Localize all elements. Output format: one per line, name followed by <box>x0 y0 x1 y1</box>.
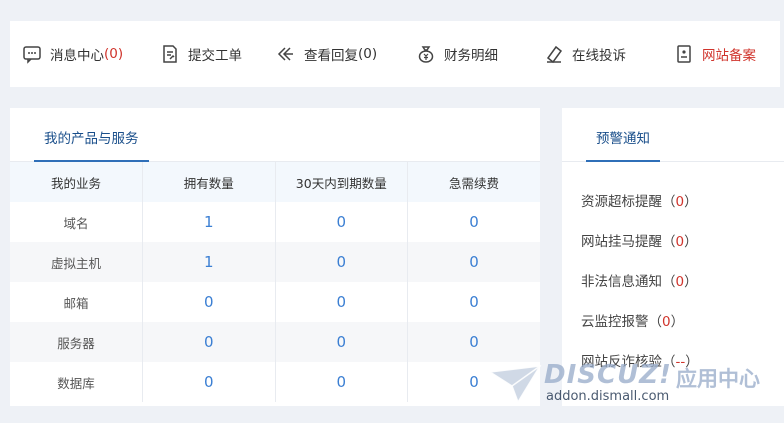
alert-item-trojan[interactable]: 网站挂马提醒（0） <box>562 222 784 262</box>
alert-label: 网站反诈核验 <box>581 354 662 370</box>
row-name: 数据库 <box>10 362 143 402</box>
urgent-count[interactable]: 0 <box>407 242 540 282</box>
reply-icon <box>277 47 293 61</box>
alert-item-anti-fraud[interactable]: 网站反诈核验（--） <box>562 342 784 382</box>
toolbar-item-messages[interactable]: 消息中心 (0) <box>22 21 123 87</box>
toolbar-item-finance[interactable]: 财务明细 <box>416 21 498 87</box>
alert-count: 0 <box>675 234 685 250</box>
alert-count: 0 <box>662 314 671 330</box>
products-panel-header: 我的产品与服务 <box>10 108 540 162</box>
alert-count: 0 <box>675 194 685 210</box>
toolbar-item-label: 财务明细 <box>444 48 498 64</box>
alert-close-paren: ） <box>670 314 685 330</box>
tab-alerts[interactable]: 预警通知 <box>586 108 660 162</box>
money-bag-icon <box>418 46 434 63</box>
toolbar-item-label: 消息中心 <box>50 48 104 64</box>
alert-label: 网站挂马提醒 <box>581 234 662 250</box>
expiring-count[interactable]: 0 <box>275 362 408 402</box>
column-header-owned: 拥有数量 <box>142 162 276 202</box>
owned-count[interactable]: 0 <box>142 362 276 402</box>
owned-count[interactable]: 1 <box>142 202 276 242</box>
row-name: 域名 <box>10 202 143 242</box>
urgent-count[interactable]: 0 <box>407 362 540 402</box>
message-count: (0) <box>104 46 124 62</box>
table-row-mailbox: 邮箱 0 0 0 <box>10 282 540 322</box>
alert-count: -- <box>675 354 686 370</box>
table-row-server: 服务器 0 0 0 <box>10 322 540 362</box>
alert-open-paren: （ <box>648 314 663 330</box>
urgent-count[interactable]: 0 <box>407 202 540 242</box>
expiring-count[interactable]: 0 <box>275 322 408 362</box>
urgent-count[interactable]: 0 <box>407 322 540 362</box>
toolbar-item-label: 网站备案 <box>702 48 756 64</box>
toolbar-item-label: 在线投诉 <box>572 48 626 64</box>
products-panel: 我的产品与服务 我的业务 拥有数量 30天内到期数量 急需续费 域名 1 0 0… <box>10 108 540 406</box>
row-name: 服务器 <box>10 322 143 362</box>
alert-open-paren: （ <box>662 234 676 250</box>
toolbar-item-label: 查看回复 <box>304 48 358 64</box>
table-row-domain: 域名 1 0 0 <box>10 202 540 242</box>
column-header-business: 我的业务 <box>10 162 143 202</box>
alert-close-paren: ） <box>684 194 698 210</box>
toolbar-item-submit-ticket[interactable]: 提交工单 <box>160 21 242 87</box>
message-icon <box>23 46 41 64</box>
alerts-panel: 预警通知 资源超标提醒（0） 网站挂马提醒（0） 非法信息通知（0） 云监控报警… <box>562 108 784 406</box>
alert-close-paren: ） <box>684 234 698 250</box>
expiring-count[interactable]: 0 <box>275 282 408 322</box>
alert-label: 非法信息通知 <box>581 274 662 290</box>
table-row-virtual-host: 虚拟主机 1 0 0 <box>10 242 540 282</box>
alerts-panel-header: 预警通知 <box>562 108 784 162</box>
owned-count[interactable]: 0 <box>142 322 276 362</box>
expiring-count[interactable]: 0 <box>275 242 408 282</box>
products-table: 我的业务 拥有数量 30天内到期数量 急需续费 域名 1 0 0 虚拟主机 1 … <box>10 162 540 402</box>
alert-count: 0 <box>675 274 685 290</box>
reply-count: (0) <box>358 46 378 62</box>
alert-item-illegal-info[interactable]: 非法信息通知（0） <box>562 262 784 302</box>
row-name: 虚拟主机 <box>10 242 143 282</box>
table-row-database: 数据库 0 0 0 <box>10 362 540 402</box>
urgent-count[interactable]: 0 <box>407 282 540 322</box>
alert-close-paren: ） <box>685 354 699 370</box>
filing-icon <box>677 45 691 63</box>
alert-item-cloud-monitor[interactable]: 云监控报警（0） <box>562 302 784 342</box>
alert-close-paren: ） <box>684 274 698 290</box>
expiring-count[interactable]: 0 <box>275 202 408 242</box>
alert-item-resource-overuse[interactable]: 资源超标提醒（0） <box>562 182 784 222</box>
alerts-list: 资源超标提醒（0） 网站挂马提醒（0） 非法信息通知（0） 云监控报警（0） 网… <box>562 162 784 382</box>
tab-my-products[interactable]: 我的产品与服务 <box>34 108 149 162</box>
ticket-icon <box>163 45 177 63</box>
alert-open-paren: （ <box>662 194 676 210</box>
complaint-icon <box>546 45 563 64</box>
table-header-row: 我的业务 拥有数量 30天内到期数量 急需续费 <box>10 162 540 202</box>
alert-label: 资源超标提醒 <box>581 194 662 210</box>
owned-count[interactable]: 0 <box>142 282 276 322</box>
toolbar-item-complaint[interactable]: 在线投诉 <box>544 21 626 87</box>
alert-label: 云监控报警 <box>581 314 649 330</box>
toolbar-item-view-replies[interactable]: 查看回复 (0) <box>276 21 377 87</box>
column-header-expiring: 30天内到期数量 <box>275 162 408 202</box>
owned-count[interactable]: 1 <box>142 242 276 282</box>
column-header-urgent: 急需续费 <box>407 162 540 202</box>
toolbar-item-website-filing[interactable]: 网站备案 <box>674 21 756 87</box>
alert-open-paren: （ <box>662 354 676 370</box>
top-toolbar: 消息中心 (0) 提交工单 查看回复 (0) 财务明细 在线投诉 网站备案 <box>10 21 780 87</box>
alert-open-paren: （ <box>662 274 676 290</box>
row-name: 邮箱 <box>10 282 143 322</box>
toolbar-item-label: 提交工单 <box>188 48 242 64</box>
